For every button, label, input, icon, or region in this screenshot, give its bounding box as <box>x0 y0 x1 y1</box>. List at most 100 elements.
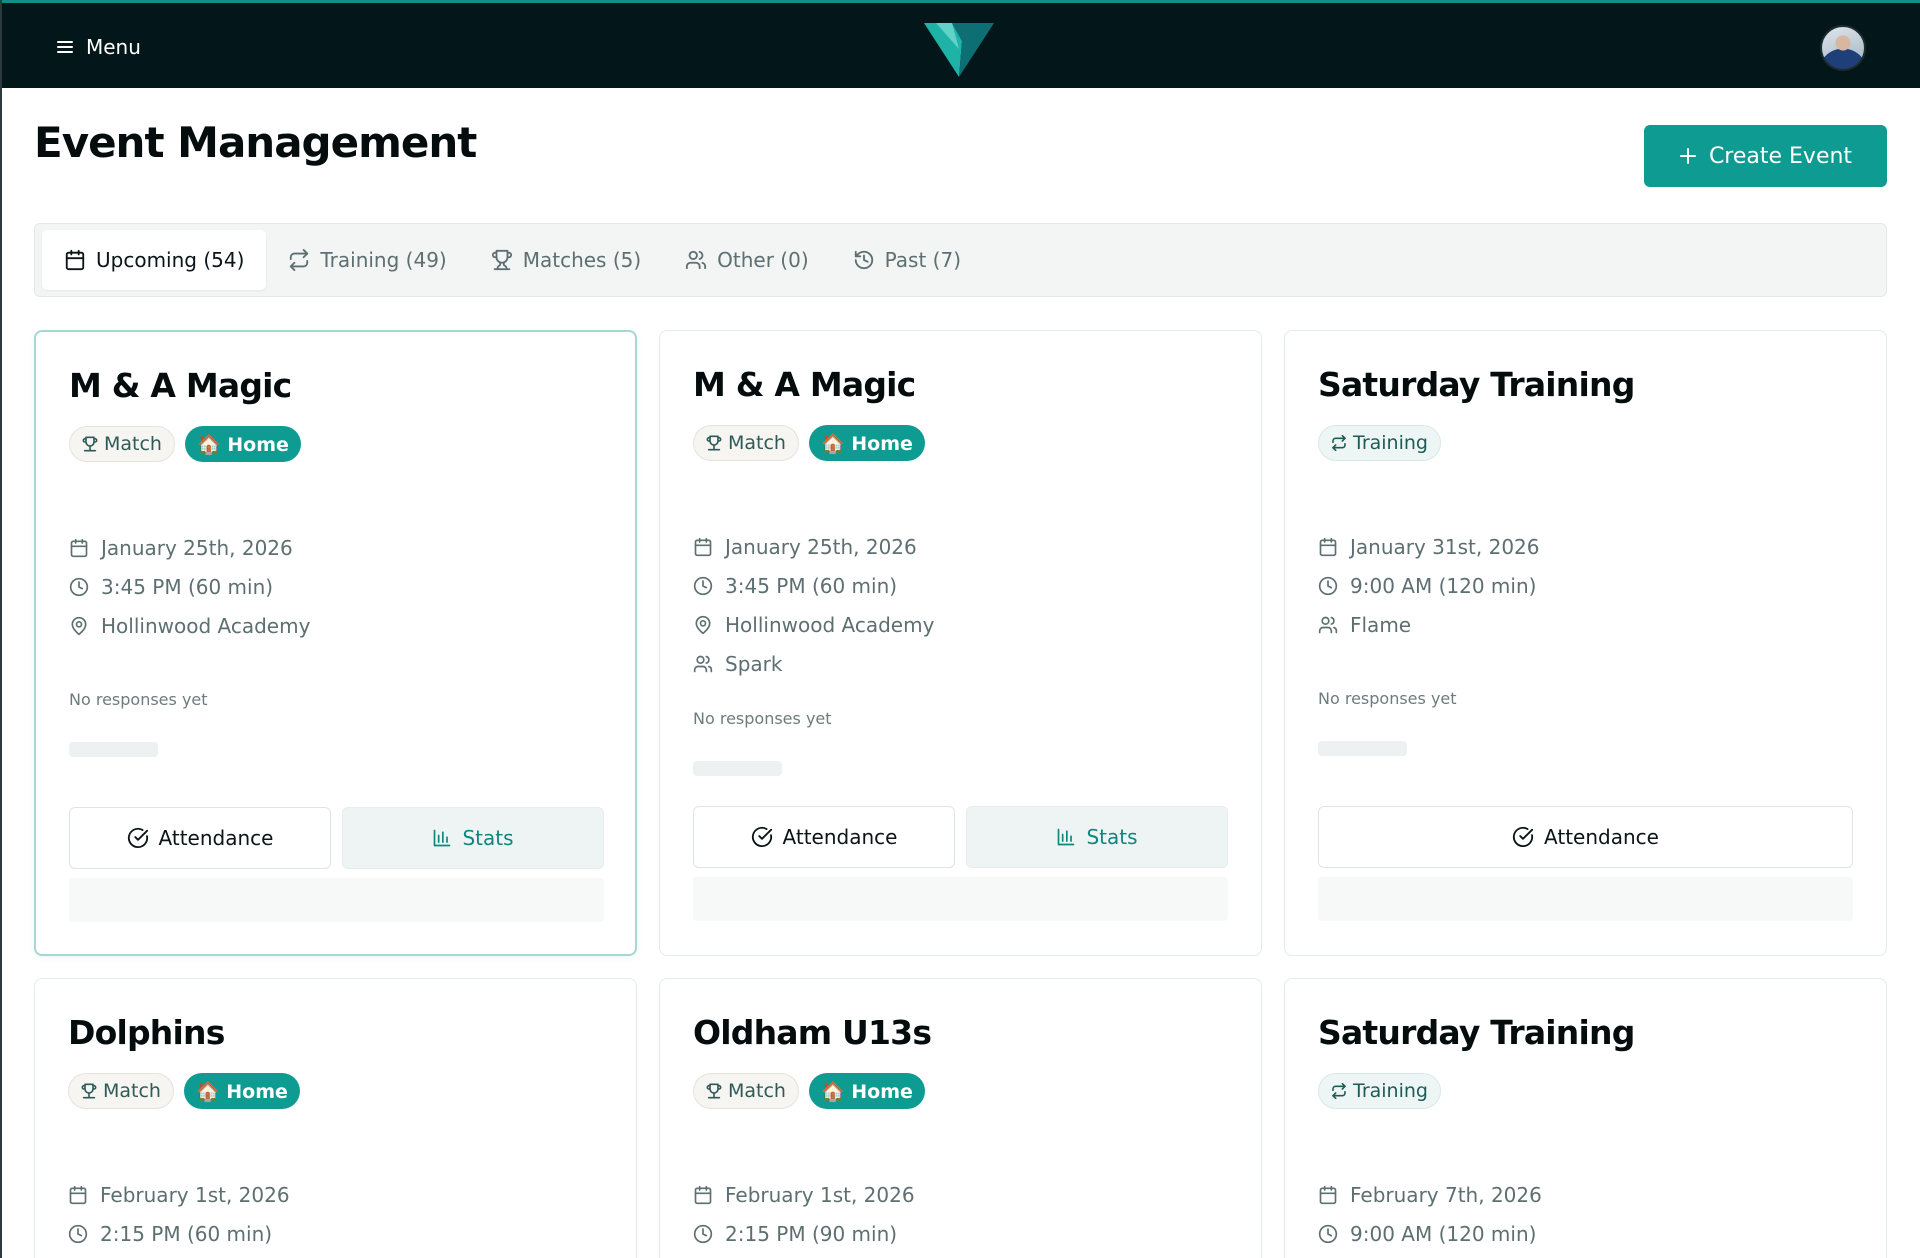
event-title: Saturday Training <box>1318 1013 1635 1052</box>
loading-placeholder <box>1318 741 1407 756</box>
loading-placeholder <box>693 761 782 776</box>
stats-label: Stats <box>1086 825 1138 849</box>
repeat-icon <box>1332 1083 1346 1099</box>
time-text: 9:00 AM (120 min) <box>1350 1221 1537 1246</box>
event-title: Dolphins <box>68 1013 225 1052</box>
plus-icon <box>1679 148 1696 164</box>
home-badge: 🏠 Home <box>808 425 925 461</box>
time-text: 3:45 PM (60 min) <box>101 574 274 599</box>
badge-label: 🏠 Home <box>195 1080 288 1103</box>
event-card[interactable]: Saturday Training Training February 7th,… <box>1284 978 1887 1258</box>
attendance-button[interactable]: Attendance <box>693 806 955 868</box>
trophy-icon <box>82 436 98 452</box>
date-text: January 31st, 2026 <box>1350 534 1540 559</box>
calendar-icon <box>65 249 85 271</box>
stats-button[interactable]: Stats <box>342 807 604 869</box>
event-title: M & A Magic <box>69 366 292 405</box>
event-title: Saturday Training <box>1318 365 1635 404</box>
event-card[interactable]: Saturday Training Training January 31st,… <box>1284 330 1887 956</box>
clock-icon <box>693 576 713 595</box>
users-icon <box>1318 616 1338 633</box>
attendance-button[interactable]: Attendance <box>1318 806 1853 868</box>
badge-label: Training <box>1353 1080 1428 1102</box>
clock-icon <box>1318 1224 1338 1243</box>
event-time: 2:15 PM (90 min) <box>693 1214 915 1253</box>
calendar-icon <box>70 538 88 557</box>
event-date: January 31st, 2026 <box>1318 527 1540 566</box>
stats-button[interactable]: Stats <box>966 806 1228 868</box>
badge-label: Match <box>104 433 162 455</box>
badge-label: Training <box>1353 432 1428 454</box>
bar-chart-icon <box>1058 828 1075 846</box>
map-pin-icon <box>71 616 87 635</box>
tab-label: Other (0) <box>717 248 809 272</box>
event-time: 3:45 PM (60 min) <box>69 567 310 606</box>
calendar-icon <box>1319 1185 1337 1204</box>
event-date: January 25th, 2026 <box>693 527 934 566</box>
training-badge: Training <box>1318 1073 1441 1109</box>
event-date: February 1st, 2026 <box>693 1175 915 1214</box>
team-text: Flame <box>1350 612 1412 637</box>
hamburger-icon <box>57 41 73 53</box>
event-card[interactable]: M & A Magic Match 🏠 Home January 25th, 2… <box>34 330 637 956</box>
attendance-label: Attendance <box>1544 825 1659 849</box>
trophy-icon <box>706 435 722 451</box>
create-event-label: Create Event <box>1708 143 1853 169</box>
event-time: 9:00 AM (120 min) <box>1318 1214 1542 1253</box>
trophy-icon <box>706 1083 722 1099</box>
training-badge: Training <box>1318 425 1441 461</box>
event-time: 3:45 PM (60 min) <box>693 566 934 605</box>
match-badge: Match <box>693 1073 799 1109</box>
user-avatar[interactable] <box>1820 25 1866 71</box>
match-badge: Match <box>68 1073 174 1109</box>
date-text: February 1st, 2026 <box>725 1182 915 1207</box>
date-text: February 7th, 2026 <box>1350 1182 1542 1207</box>
badge-label: Match <box>103 1080 161 1102</box>
loading-placeholder <box>69 878 604 922</box>
attendance-label: Attendance <box>782 825 898 849</box>
date-text: January 25th, 2026 <box>101 535 293 560</box>
brand-logo[interactable] <box>922 19 996 79</box>
loading-placeholder <box>693 877 1228 921</box>
calendar-icon <box>69 1185 87 1204</box>
menu-button[interactable]: Menu <box>56 31 141 63</box>
top-navigation-bar: Menu <box>0 0 1920 88</box>
check-circle-icon <box>127 827 148 848</box>
time-text: 3:45 PM (60 min) <box>725 573 898 598</box>
users-icon <box>686 250 707 270</box>
responses-status: No responses yet <box>69 690 208 709</box>
check-circle-icon <box>1512 826 1534 847</box>
bar-chart-icon <box>434 829 451 847</box>
time-text: 2:15 PM (60 min) <box>100 1221 273 1246</box>
history-icon <box>854 250 873 270</box>
loading-placeholder <box>69 742 158 757</box>
tab-other[interactable]: Other (0) <box>663 230 830 290</box>
event-card[interactable]: Oldham U13s Match 🏠 Home February 1st, 2… <box>659 978 1262 1258</box>
badge-label: 🏠 Home <box>196 433 289 456</box>
repeat-icon <box>290 249 309 271</box>
attendance-button[interactable]: Attendance <box>69 807 331 869</box>
calendar-icon <box>1319 537 1337 556</box>
tab-upcoming[interactable]: Upcoming (54) <box>42 230 267 290</box>
tab-label: Matches (5) <box>522 248 642 272</box>
event-time: 2:15 PM (60 min) <box>68 1214 290 1253</box>
event-title: M & A Magic <box>693 365 916 404</box>
tab-past[interactable]: Past (7) <box>831 230 983 290</box>
location-text: Hollinwood Academy <box>725 612 935 637</box>
date-text: January 25th, 2026 <box>725 534 917 559</box>
create-event-button[interactable]: Create Event <box>1644 125 1887 187</box>
tab-matches[interactable]: Matches (5) <box>469 230 663 290</box>
event-time: 9:00 AM (120 min) <box>1318 566 1540 605</box>
event-card[interactable]: M & A Magic Match 🏠 Home January 25th, 2… <box>659 330 1262 956</box>
match-badge: Match <box>69 426 175 462</box>
date-text: February 1st, 2026 <box>100 1182 290 1207</box>
map-pin-icon <box>695 615 711 634</box>
time-text: 2:15 PM (90 min) <box>725 1221 898 1246</box>
event-card[interactable]: Dolphins Match 🏠 Home February 1st, 2026… <box>34 978 637 1258</box>
trophy-icon <box>491 249 512 271</box>
tab-training[interactable]: Training (49) <box>266 230 468 290</box>
event-date: February 7th, 2026 <box>1318 1175 1542 1214</box>
clock-icon <box>68 1224 88 1243</box>
users-icon <box>693 655 713 672</box>
tab-label: Past (7) <box>884 248 962 272</box>
